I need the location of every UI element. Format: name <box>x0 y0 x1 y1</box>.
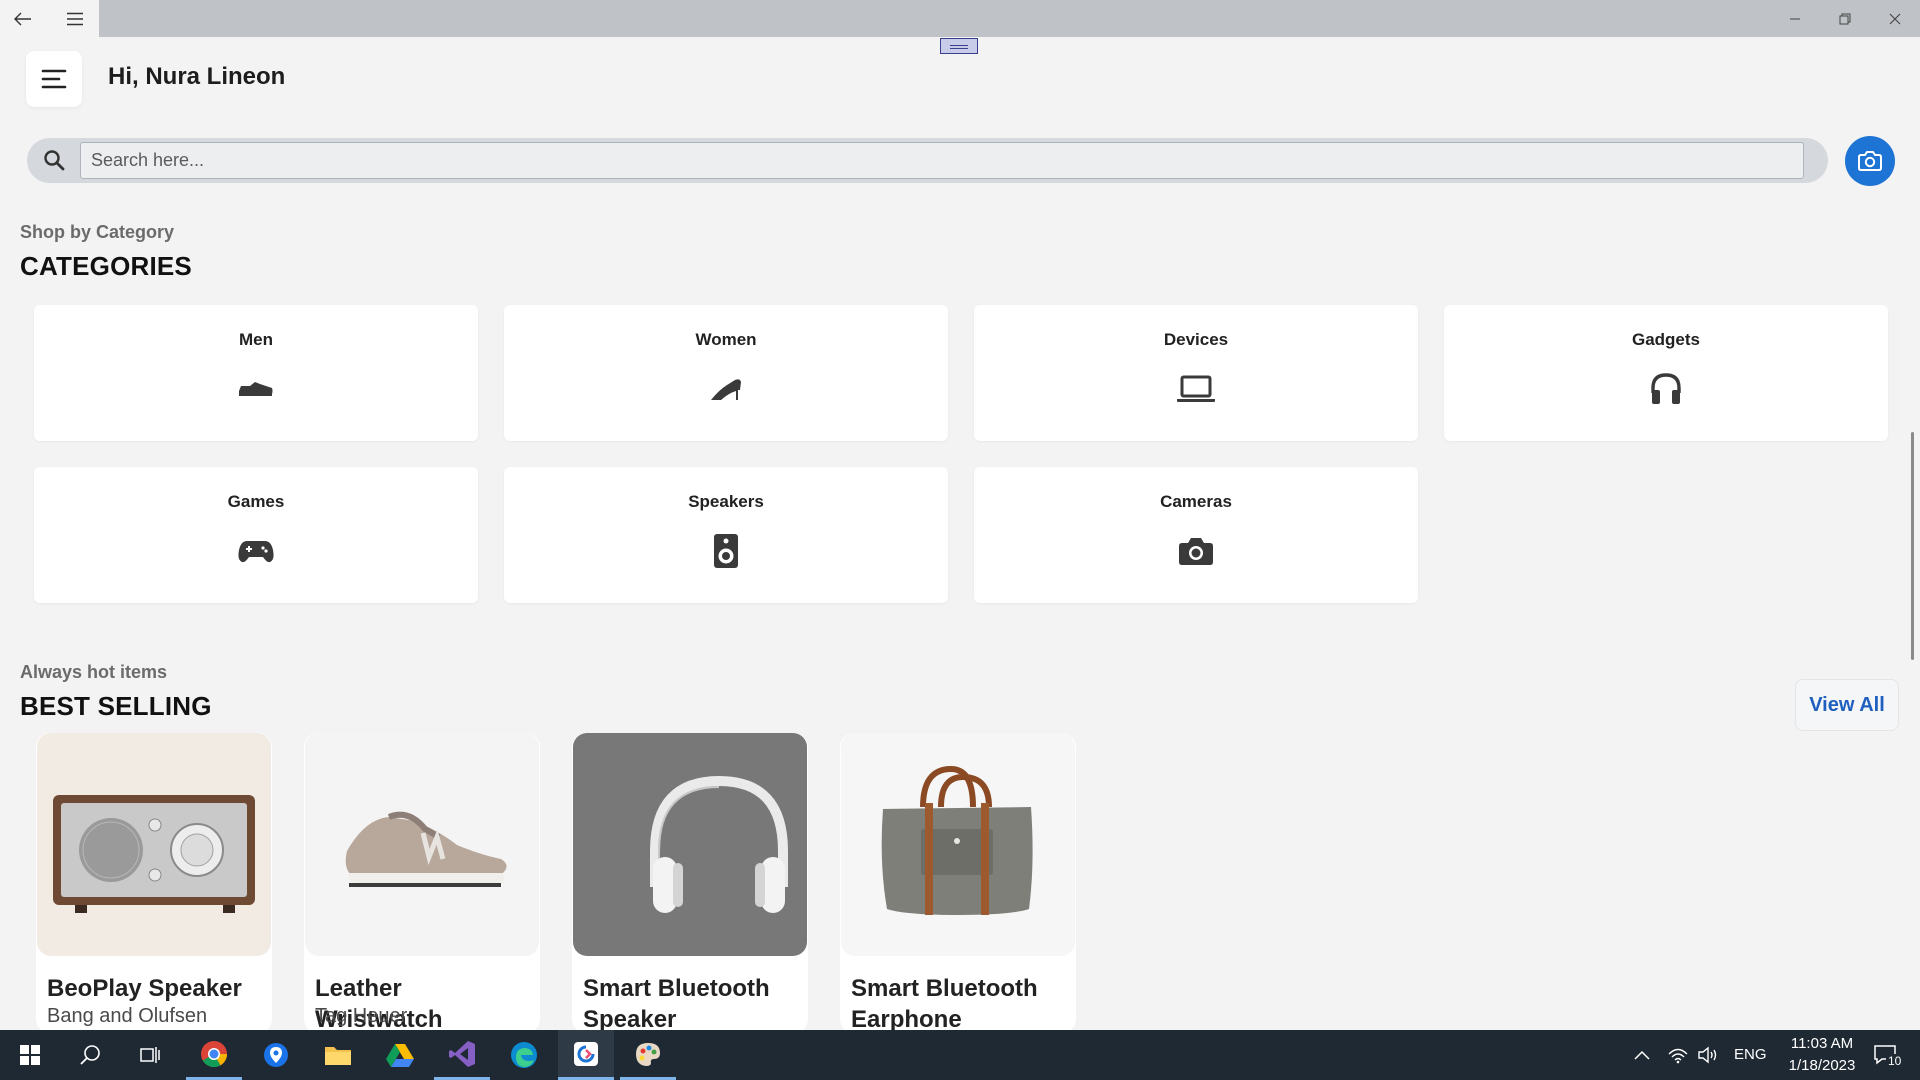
categories-subtitle: Shop by Category <box>20 222 175 242</box>
camera-icon <box>1176 531 1216 571</box>
category-label: Cameras <box>1160 492 1232 511</box>
hamburger-icon <box>67 12 83 25</box>
start-button[interactable] <box>2 1030 58 1080</box>
taskbar-file-explorer[interactable] <box>310 1030 366 1080</box>
category-label: Men <box>239 330 273 349</box>
paint-palette-icon <box>636 1042 660 1066</box>
product-brand: Bang and Olufsen <box>47 1005 208 1027</box>
clock-date[interactable]: 1/18/2023 <box>1776 1057 1868 1074</box>
mens-shoe-icon <box>236 369 276 409</box>
vertical-scrollbar[interactable] <box>1911 432 1914 660</box>
product-image-sneaker <box>305 733 539 956</box>
taskbar-chrome[interactable] <box>186 1030 242 1080</box>
product-brand: Tag Heuer <box>315 1005 408 1027</box>
action-center-button[interactable]: 10 <box>1860 1030 1910 1080</box>
greeting-text: Hi, Nura Lineon <box>108 63 286 90</box>
notification-count-badge: 10 <box>1886 1054 1904 1068</box>
category-label: Women <box>695 330 757 349</box>
category-card-cameras[interactable]: Cameras <box>974 467 1418 603</box>
close-button[interactable] <box>1872 0 1918 37</box>
taskbar-maps[interactable] <box>248 1030 304 1080</box>
task-view-icon <box>140 1047 160 1063</box>
headphones-icon <box>1646 369 1686 409</box>
product-image-headphones <box>573 733 807 956</box>
category-card-women[interactable]: Women <box>504 305 948 441</box>
volume-control[interactable] <box>1690 1030 1726 1080</box>
product-name: Smart Bluetooth Speaker <box>583 975 770 1033</box>
category-card-games[interactable]: Games <box>34 467 478 603</box>
clock-time[interactable]: 11:03 AM <box>1780 1035 1864 1052</box>
taskbar-active-app[interactable] <box>558 1030 614 1080</box>
back-arrow-icon <box>14 12 31 25</box>
windows-taskbar: ENG 11:03 AM 1/18/2023 10 <box>0 1030 1920 1080</box>
category-label: Gadgets <box>1631 330 1701 349</box>
chevron-up-icon <box>1634 1050 1650 1060</box>
search-bar <box>27 138 1828 183</box>
window-title-bar <box>0 0 1920 37</box>
app-menu-button[interactable] <box>26 51 82 107</box>
product-name: BeoPlay Speaker <box>47 975 242 1002</box>
folder-icon <box>325 1047 351 1065</box>
chrome-icon <box>201 1040 228 1067</box>
taskbar-edge[interactable] <box>496 1030 552 1080</box>
speaker-icon <box>706 531 746 571</box>
image-search-camera-button[interactable] <box>1845 136 1895 186</box>
product-image-bag <box>841 733 1075 956</box>
category-card-speakers[interactable]: Speakers <box>504 467 948 603</box>
edge-icon <box>511 1042 537 1068</box>
product-card[interactable]: Smart Bluetooth Speaker <box>572 733 808 1033</box>
wifi-icon <box>1668 1048 1688 1064</box>
category-card-men[interactable]: Men <box>34 305 478 441</box>
product-card[interactable]: BeoPlay Speaker Bang and Olufsen <box>36 733 272 1033</box>
back-button[interactable] <box>0 0 46 37</box>
input-language[interactable]: ENG <box>1734 1046 1767 1063</box>
laptop-icon <box>1176 369 1216 409</box>
task-view-button[interactable] <box>122 1030 178 1080</box>
minimize-icon <box>1790 18 1800 19</box>
gamepad-icon <box>236 531 276 571</box>
show-hidden-icons-button[interactable] <box>1622 1030 1662 1080</box>
taskbar-paint[interactable] <box>620 1030 676 1080</box>
categories-title: CATEGORIES <box>20 251 192 281</box>
hamburger-menu-button[interactable] <box>52 0 98 37</box>
restore-button[interactable] <box>1822 0 1868 37</box>
best-selling-title: BEST SELLING <box>20 691 212 721</box>
title-bar-nav-area <box>0 0 99 37</box>
camera-icon <box>1858 151 1882 171</box>
taskbar-search-button[interactable] <box>62 1030 118 1080</box>
search-icon <box>80 1045 100 1065</box>
taskbar-google-drive[interactable] <box>372 1030 428 1080</box>
category-card-gadgets[interactable]: Gadgets <box>1444 305 1888 441</box>
category-label: Games <box>227 492 285 511</box>
restore-icon <box>1839 13 1851 24</box>
app-icon <box>574 1041 598 1066</box>
windows-logo-icon <box>20 1045 40 1065</box>
taskbar-visual-studio[interactable] <box>434 1030 490 1080</box>
drag-handle[interactable] <box>940 38 978 54</box>
product-card[interactable]: Smart Bluetooth Earphone <box>840 733 1076 1033</box>
product-name: Smart Bluetooth Earphone <box>851 975 1038 1033</box>
search-input[interactable] <box>80 142 1804 179</box>
minimize-button[interactable] <box>1772 0 1818 37</box>
google-drive-icon <box>386 1044 414 1067</box>
category-card-devices[interactable]: Devices <box>974 305 1418 441</box>
view-all-button[interactable]: View All <box>1795 679 1899 731</box>
product-card[interactable]: Leather Wristwatch Tag Heuer <box>304 733 540 1033</box>
product-image-radio-speaker <box>37 733 271 956</box>
visual-studio-icon <box>449 1040 475 1067</box>
best-selling-subtitle: Always hot items <box>20 662 168 682</box>
category-label: Speakers <box>688 492 764 511</box>
menu-icon <box>41 69 67 89</box>
search-icon <box>44 150 65 171</box>
close-icon <box>1889 13 1901 24</box>
high-heel-icon <box>706 369 746 409</box>
category-label: Devices <box>1163 330 1229 349</box>
maps-pin-icon <box>264 1043 288 1067</box>
speaker-volume-icon <box>1698 1046 1717 1064</box>
